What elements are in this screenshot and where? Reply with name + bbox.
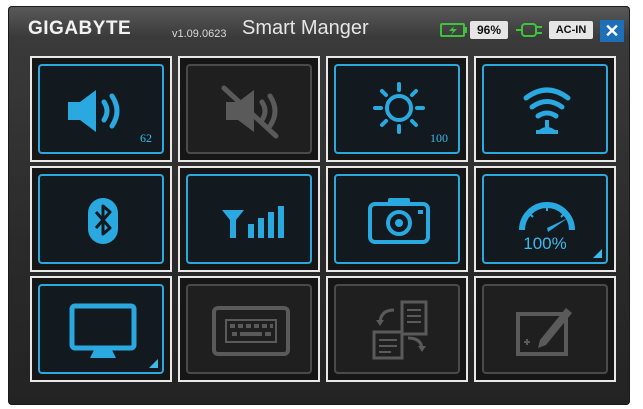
tile-volume: 62 — [30, 56, 172, 162]
tile-signal — [178, 166, 320, 272]
power-plug-icon — [516, 23, 542, 37]
camera-icon — [368, 198, 430, 244]
brightness-level: 100 — [430, 131, 448, 145]
close-icon: ✕ — [604, 21, 620, 41]
app-title: Smart Manger — [242, 17, 369, 39]
screen-swap-icon — [372, 300, 428, 360]
fan-speed-value: 100% — [523, 234, 567, 253]
keyboard-icon — [212, 306, 290, 356]
version-label: v1.09.0623 — [172, 28, 227, 40]
function-grid: 62 100 100% — [30, 56, 630, 396]
tile-fan: 100% — [474, 166, 616, 272]
tile-camera — [326, 166, 468, 272]
tile-keyboard — [178, 276, 320, 382]
monitor-icon — [69, 303, 137, 358]
keyboard-light-button[interactable] — [186, 284, 312, 374]
signal-button[interactable] — [186, 174, 312, 264]
tile-mute — [178, 56, 320, 162]
tile-wifi — [474, 56, 616, 162]
expand-corner-icon[interactable] — [149, 359, 158, 368]
mute-button[interactable] — [186, 64, 312, 154]
close-button[interactable]: ✕ — [600, 20, 624, 42]
volume-level: 62 — [140, 131, 152, 145]
bluetooth-icon — [88, 198, 118, 244]
tile-touchpad — [474, 276, 616, 382]
brightness-button[interactable]: 100 — [334, 64, 460, 154]
expand-corner-icon[interactable] — [593, 249, 602, 258]
camera-button[interactable] — [334, 174, 460, 264]
mute-icon — [221, 85, 279, 139]
power-source-badge: AC-IN — [549, 21, 593, 39]
touchpad-button[interactable] — [482, 284, 608, 374]
tile-display — [30, 276, 172, 382]
tile-bluetooth — [30, 166, 172, 272]
switch-display-button[interactable] — [334, 284, 460, 374]
battery-icon — [440, 23, 467, 37]
brand-logo: GIGABYTE — [28, 18, 132, 39]
wifi-button[interactable] — [482, 64, 608, 154]
signal-bars-icon — [222, 206, 284, 238]
bluetooth-button[interactable] — [38, 174, 164, 264]
title-bar: GIGABYTE v1.09.0623 Smart Manger 96% AC-… — [8, 6, 630, 52]
fan-speed-button[interactable]: 100% — [482, 174, 608, 264]
tile-switch-display — [326, 276, 468, 382]
battery-percent: 96% — [470, 21, 508, 39]
tile-brightness: 100 — [326, 56, 468, 162]
smart-manager-window: GIGABYTE v1.09.0623 Smart Manger 96% AC-… — [8, 6, 630, 405]
volume-button[interactable]: 62 — [38, 64, 164, 154]
pen-tablet-icon — [516, 308, 572, 356]
display-button[interactable] — [38, 284, 164, 374]
wifi-icon — [523, 87, 571, 134]
